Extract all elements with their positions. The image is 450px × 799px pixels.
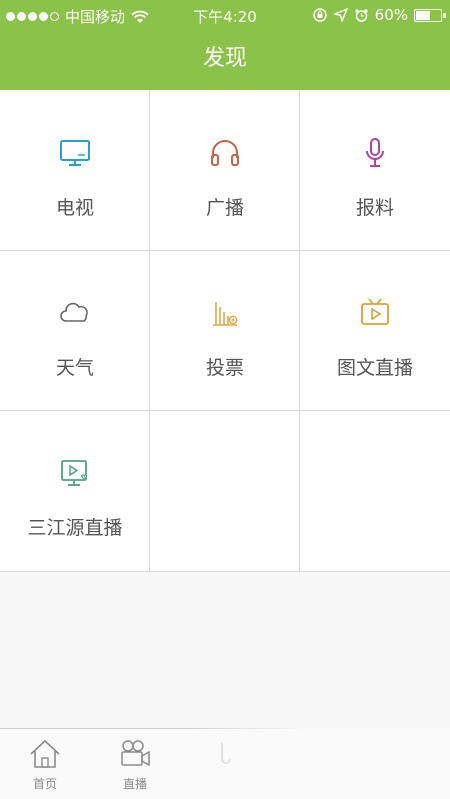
- grid-item-sanjiangyuan-live[interactable]: 三江源直播: [0, 410, 150, 570]
- headphones-icon: [150, 136, 300, 174]
- video-monitor-icon: [0, 456, 150, 494]
- discover-grid: 电视 广播 报料 天气 投票 图文直播 三江源直播: [0, 90, 450, 572]
- grid-item-report[interactable]: 报料: [300, 90, 450, 250]
- vote-chart-icon: [150, 296, 300, 334]
- grid-divider: [149, 90, 150, 571]
- grid-item-label: 图文直播: [336, 357, 413, 379]
- status-bar: 中国移动 下午4:20 60%: [0, 0, 450, 30]
- battery-icon: [414, 8, 446, 22]
- rotation-lock-icon: [312, 8, 327, 22]
- grid-item-label: 广播: [205, 197, 244, 219]
- status-right: 60%: [312, 6, 446, 24]
- tab-label: 直播: [122, 777, 147, 791]
- tv-icon: [0, 136, 150, 174]
- grid-item-vote[interactable]: 投票: [150, 250, 300, 410]
- battery-level: [416, 10, 430, 20]
- grid-item-tv[interactable]: 电视: [0, 90, 150, 250]
- tab-live[interactable]: 直播: [90, 733, 180, 797]
- grid-item-label: 三江源直播: [27, 517, 123, 539]
- alarm-clock-icon: [355, 8, 368, 22]
- grid-item-weather[interactable]: 天气: [0, 250, 150, 410]
- tab-label: 首页: [32, 777, 57, 791]
- grid-item-label: 电视: [55, 197, 94, 219]
- grid-item-radio[interactable]: 广播: [150, 90, 300, 250]
- fade-overlay: [190, 728, 450, 798]
- microphone-icon: [300, 136, 450, 174]
- location-arrow-icon: [333, 8, 348, 22]
- grid-divider: [0, 410, 450, 411]
- tab-home[interactable]: 首页: [0, 733, 90, 797]
- cloud-icon: [0, 296, 150, 334]
- grid-item-photo-live[interactable]: 图文直播: [300, 250, 450, 410]
- grid-divider: [299, 90, 300, 571]
- grid-divider: [0, 250, 450, 251]
- grid-item-label: 报料: [355, 197, 394, 219]
- grid-item-label: 投票: [205, 357, 244, 379]
- home-icon: [30, 739, 60, 768]
- header-bar: 中国移动 下午4:20 60% 发现: [0, 0, 450, 90]
- page-title: 发现: [202, 46, 247, 71]
- battery-percent: 60%: [374, 6, 408, 24]
- video-camera-icon: [121, 740, 150, 767]
- grid-item-label: 天气: [55, 357, 94, 379]
- tv-play-icon: [300, 296, 450, 334]
